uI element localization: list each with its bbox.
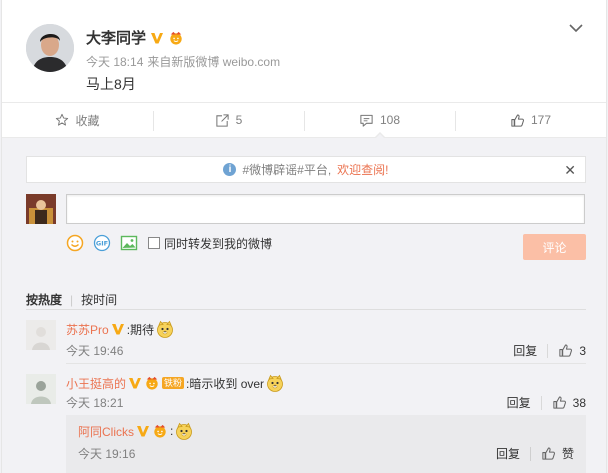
post-source[interactable]: 新版微博 weibo.com [171, 55, 280, 69]
repost-button[interactable]: 5 [153, 103, 304, 137]
comment-text: :期待 [126, 322, 155, 337]
commenter-avatar[interactable] [26, 320, 56, 350]
source-prefix: 来自 [147, 55, 172, 69]
info-icon: i [223, 163, 237, 176]
repost-count: 5 [235, 113, 243, 127]
thumbs-up-icon [552, 395, 567, 410]
reply-button[interactable]: 回复 [513, 342, 537, 359]
sub-reply-like-label: 赞 [561, 447, 574, 461]
reply-button[interactable]: 回复 [507, 394, 531, 411]
reply-button[interactable]: 回复 [496, 445, 520, 462]
notice-text: #微博辟谣#平台, [242, 163, 332, 177]
comment-like-count: 38 [572, 395, 586, 410]
forward-option[interactable]: 同时转发到我的微博 [148, 235, 272, 252]
post-meta: 今天 18:14 来自新版微博 weibo.com [86, 53, 284, 70]
comment-area: i #微博辟谣#平台, 欢迎查阅! ✕ GIF 同时转发到我的微博 评论 按热度… [2, 138, 606, 473]
comment-time: 今天 18:21 [66, 396, 124, 410]
comment-time: 今天 19:46 [66, 344, 124, 358]
comment-icon [360, 114, 373, 127]
emoji-icon[interactable] [66, 234, 84, 252]
sort-by-time[interactable]: 按时间 [81, 291, 117, 308]
thumbs-up-icon [510, 113, 525, 128]
divider [66, 363, 586, 364]
sub-reply-like-button[interactable]: 赞 [541, 445, 574, 462]
comment-button[interactable]: 108 [304, 103, 455, 139]
comment-like-button[interactable]: 3 [558, 343, 586, 358]
sub-reply-ops: 回复 赞 [496, 445, 574, 462]
like-button[interactable]: 177 [455, 103, 606, 137]
sub-reply-body: 阿同Clicks : [78, 422, 193, 440]
forward-label: 同时转发到我的微博 [164, 236, 273, 251]
image-icon[interactable] [120, 234, 138, 252]
gif-icon[interactable]: GIF [93, 234, 111, 252]
member-crown-icon[interactable] [152, 424, 168, 438]
verified-v-icon[interactable] [128, 376, 142, 390]
comment-count: 108 [379, 113, 401, 127]
notice-link[interactable]: 欢迎查阅! [337, 161, 388, 178]
like-count: 177 [530, 113, 552, 127]
doge-emoji [266, 374, 284, 392]
verified-v-icon[interactable] [111, 322, 125, 336]
forward-checkbox[interactable] [148, 237, 160, 249]
divider [26, 309, 586, 310]
fan-badge[interactable]: 铁粉 [162, 377, 185, 389]
author-avatar[interactable] [26, 24, 74, 72]
sub-reply-time: 今天 19:16 [78, 447, 136, 461]
svg-text:GIF: GIF [96, 240, 108, 248]
thumbs-up-icon [558, 343, 573, 358]
repost-icon [216, 113, 229, 127]
weibo-post-card: 大李同学 今天 18:14 来自新版微博 weibo.com 马上8月 收藏 5 [1, 0, 607, 473]
action-bar: 收藏 5 108 177 [2, 102, 606, 139]
commenter-name[interactable]: 小王挺高的 [66, 375, 126, 392]
submit-comment-button[interactable]: 评论 [523, 234, 586, 260]
thumbs-up-icon [541, 446, 556, 461]
close-icon[interactable]: ✕ [564, 162, 576, 179]
comment-ops: 回复 3 [513, 342, 586, 359]
sort-tabs: 按热度 | 按时间 [26, 291, 118, 308]
member-crown-icon[interactable] [144, 376, 160, 390]
commenter-avatar[interactable] [26, 374, 56, 404]
sub-reply-author[interactable]: 阿同Clicks [78, 423, 134, 440]
comment-like-button[interactable]: 38 [552, 395, 586, 410]
comment-ops: 回复 38 [507, 394, 586, 411]
post-text: 马上8月 [86, 76, 136, 92]
comment-body: 苏苏Pro :期待 [66, 320, 174, 338]
favorite-button[interactable]: 收藏 [2, 103, 153, 137]
sub-reply-text: : [170, 424, 174, 438]
rumor-notice: i #微博辟谣#平台, 欢迎查阅! ✕ [26, 156, 586, 183]
member-crown-icon[interactable] [168, 31, 184, 45]
my-avatar[interactable] [26, 194, 56, 224]
sort-by-hot[interactable]: 按热度 [26, 291, 62, 308]
comment-body: 小王挺高的 铁粉 :暗示收到 over [66, 374, 284, 392]
favorite-star-icon [56, 113, 69, 126]
author-name[interactable]: 大李同学 [86, 27, 146, 48]
verified-v-icon[interactable] [136, 424, 150, 438]
sub-reply: 阿同Clicks : 今天 19:16 回复 赞 [66, 415, 586, 473]
doge-emoji [156, 320, 174, 338]
chevron-down-icon[interactable] [568, 20, 584, 36]
verified-v-icon[interactable] [149, 31, 165, 45]
composer-tools: GIF 同时转发到我的微博 [66, 234, 272, 252]
author-name-row: 大李同学 [86, 27, 184, 48]
doge-emoji [175, 422, 193, 440]
favorite-label: 收藏 [75, 113, 100, 128]
comment-like-count: 3 [579, 343, 586, 358]
comment-text: :暗示收到 over [186, 376, 265, 391]
post-time[interactable]: 今天 18:14 [86, 55, 143, 69]
comment-input[interactable] [66, 194, 585, 224]
commenter-name[interactable]: 苏苏Pro [66, 321, 109, 338]
